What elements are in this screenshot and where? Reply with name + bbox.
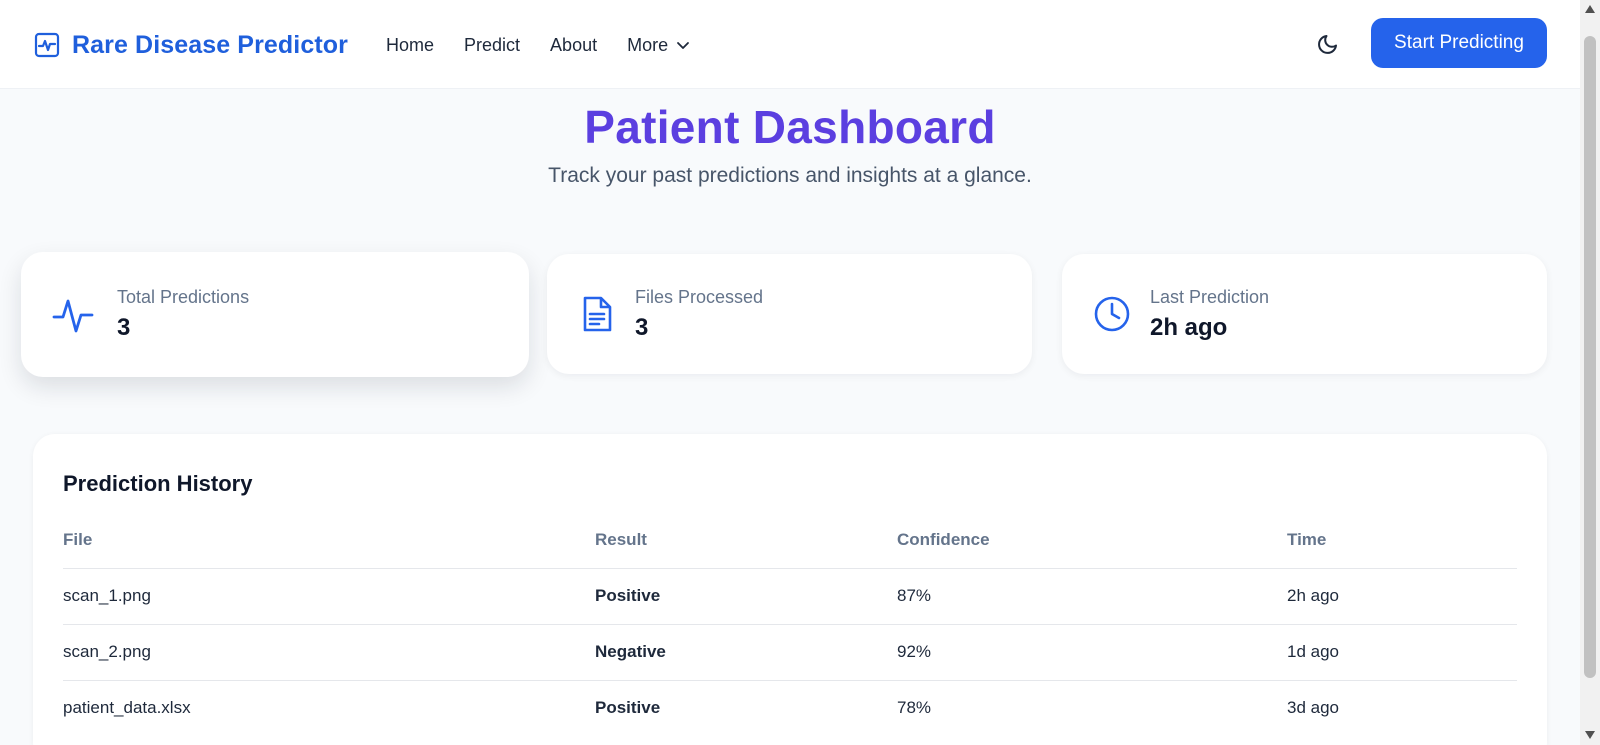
- stat-card-total-predictions: Total Predictions 3: [21, 252, 529, 377]
- table-row[interactable]: patient_data.xlsx Positive 78% 3d ago: [63, 680, 1517, 736]
- page-scrollbar[interactable]: [1580, 0, 1600, 745]
- cell-confidence: 87%: [897, 568, 1287, 625]
- prediction-history-card: Prediction History File Result Confidenc…: [33, 434, 1547, 745]
- page-title: Patient Dashboard: [584, 101, 996, 153]
- main-nav: Home Predict About More: [386, 30, 690, 60]
- cell-confidence: 92%: [897, 624, 1287, 681]
- browser-viewport: Rare Disease Predictor Home Predict Abou…: [0, 0, 1600, 745]
- cell-file: scan_2.png: [63, 624, 595, 681]
- cell-time: 2h ago: [1287, 568, 1517, 625]
- stat-value: 3: [635, 313, 649, 341]
- stat-card-files-processed: Files Processed 3: [547, 254, 1032, 374]
- heartbeat-logo-icon: [34, 32, 60, 58]
- scroll-down-arrow-icon[interactable]: [1583, 729, 1597, 741]
- page: Rare Disease Predictor Home Predict Abou…: [0, 0, 1580, 745]
- cell-time: 3d ago: [1287, 698, 1339, 718]
- stat-value: 3: [117, 314, 131, 341]
- stat-card-last-prediction: Last Prediction 2h ago: [1062, 254, 1547, 374]
- stat-text: Files Processed 3: [635, 287, 763, 342]
- cell-file: patient_data.xlsx: [63, 698, 191, 718]
- table-header-row: File Result Confidence Time: [63, 512, 1517, 569]
- scrollbar-thumb[interactable]: [1584, 36, 1596, 678]
- cell-result: Positive: [595, 568, 897, 625]
- moon-icon[interactable]: [1315, 29, 1343, 57]
- cell-result: Positive: [595, 698, 661, 718]
- file-text-icon: [583, 296, 612, 332]
- stat-label: Last Prediction: [1150, 286, 1270, 307]
- table-row[interactable]: scan_1.png Positive 87% 2h ago: [63, 568, 1517, 625]
- stat-label: Total Predictions: [117, 287, 250, 307]
- cell-time: 1d ago: [1287, 624, 1517, 681]
- stat-value: 2h ago: [1150, 313, 1228, 341]
- nav-more-dropdown[interactable]: More: [627, 35, 690, 56]
- cell-confidence: 78%: [897, 698, 932, 718]
- nav-predict[interactable]: Predict: [464, 35, 520, 56]
- nav-more-label: More: [627, 34, 669, 55]
- chevron-down-icon: [677, 42, 690, 49]
- column-header-confidence: Confidence: [897, 512, 1287, 569]
- stat-text: Total Predictions 3: [117, 287, 249, 342]
- stat-text: Last Prediction 2h ago: [1150, 287, 1269, 342]
- nav-about[interactable]: About: [550, 35, 597, 56]
- column-header-file: File: [63, 512, 595, 569]
- page-subtitle: Track your past predictions and insights…: [548, 164, 1032, 187]
- column-header-time: Time: [1287, 512, 1517, 569]
- brand-name: Rare Disease Predictor: [72, 30, 348, 59]
- table-row[interactable]: scan_2.png Negative 92% 1d ago: [63, 624, 1517, 681]
- top-navbar: Rare Disease Predictor Home Predict Abou…: [0, 0, 1580, 89]
- scroll-up-arrow-icon[interactable]: [1583, 3, 1597, 15]
- cell-result: Negative: [595, 624, 897, 681]
- history-title: Prediction History: [63, 471, 253, 496]
- clock-icon: [1094, 296, 1130, 332]
- prediction-history-table: File Result Confidence Time scan_1.png P…: [63, 512, 1517, 736]
- start-predicting-button[interactable]: Start Predicting: [1371, 18, 1547, 68]
- nav-home[interactable]: Home: [386, 35, 434, 56]
- stat-label: Files Processed: [635, 286, 764, 307]
- cell-file: scan_1.png: [63, 568, 595, 625]
- column-header-result: Result: [595, 512, 897, 569]
- activity-icon: [52, 299, 94, 332]
- brand-logo[interactable]: Rare Disease Predictor: [34, 28, 348, 62]
